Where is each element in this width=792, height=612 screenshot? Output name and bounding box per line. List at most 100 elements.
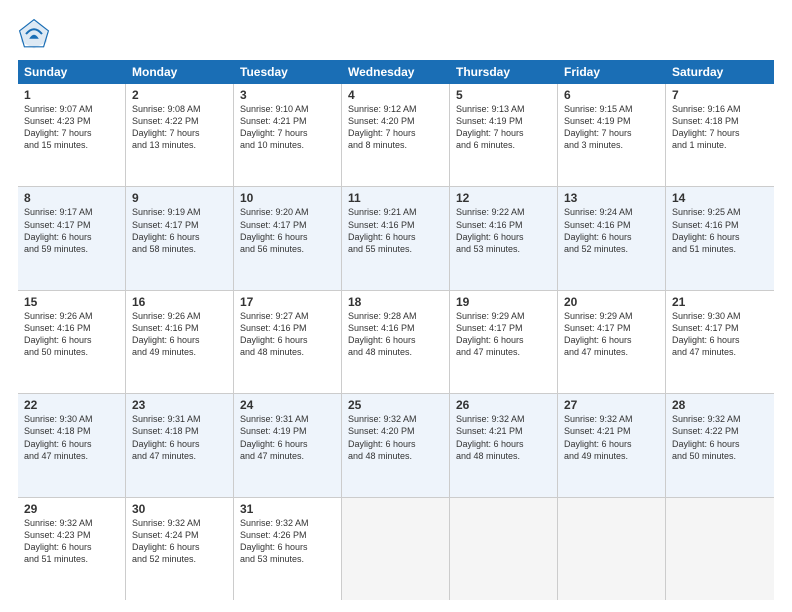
empty-cell bbox=[558, 498, 666, 600]
day-number: 22 bbox=[24, 398, 119, 412]
header-day-thursday: Thursday bbox=[450, 60, 558, 84]
day-cell-2: 2Sunrise: 9:08 AM Sunset: 4:22 PM Daylig… bbox=[126, 84, 234, 186]
day-cell-5: 5Sunrise: 9:13 AM Sunset: 4:19 PM Daylig… bbox=[450, 84, 558, 186]
day-number: 23 bbox=[132, 398, 227, 412]
day-info: Sunrise: 9:17 AM Sunset: 4:17 PM Dayligh… bbox=[24, 206, 119, 255]
day-cell-9: 9Sunrise: 9:19 AM Sunset: 4:17 PM Daylig… bbox=[126, 187, 234, 289]
day-info: Sunrise: 9:26 AM Sunset: 4:16 PM Dayligh… bbox=[132, 310, 227, 359]
day-number: 28 bbox=[672, 398, 768, 412]
day-cell-31: 31Sunrise: 9:32 AM Sunset: 4:26 PM Dayli… bbox=[234, 498, 342, 600]
day-cell-21: 21Sunrise: 9:30 AM Sunset: 4:17 PM Dayli… bbox=[666, 291, 774, 393]
day-number: 3 bbox=[240, 88, 335, 102]
calendar-row-5: 29Sunrise: 9:32 AM Sunset: 4:23 PM Dayli… bbox=[18, 498, 774, 600]
day-info: Sunrise: 9:15 AM Sunset: 4:19 PM Dayligh… bbox=[564, 103, 659, 152]
day-number: 5 bbox=[456, 88, 551, 102]
header bbox=[18, 18, 774, 50]
day-cell-8: 8Sunrise: 9:17 AM Sunset: 4:17 PM Daylig… bbox=[18, 187, 126, 289]
day-info: Sunrise: 9:25 AM Sunset: 4:16 PM Dayligh… bbox=[672, 206, 768, 255]
day-cell-3: 3Sunrise: 9:10 AM Sunset: 4:21 PM Daylig… bbox=[234, 84, 342, 186]
calendar-header: SundayMondayTuesdayWednesdayThursdayFrid… bbox=[18, 60, 774, 84]
calendar-row-4: 22Sunrise: 9:30 AM Sunset: 4:18 PM Dayli… bbox=[18, 394, 774, 497]
day-number: 6 bbox=[564, 88, 659, 102]
day-info: Sunrise: 9:31 AM Sunset: 4:18 PM Dayligh… bbox=[132, 413, 227, 462]
empty-cell bbox=[342, 498, 450, 600]
day-cell-11: 11Sunrise: 9:21 AM Sunset: 4:16 PM Dayli… bbox=[342, 187, 450, 289]
header-day-wednesday: Wednesday bbox=[342, 60, 450, 84]
day-number: 16 bbox=[132, 295, 227, 309]
day-number: 14 bbox=[672, 191, 768, 205]
day-cell-4: 4Sunrise: 9:12 AM Sunset: 4:20 PM Daylig… bbox=[342, 84, 450, 186]
day-cell-15: 15Sunrise: 9:26 AM Sunset: 4:16 PM Dayli… bbox=[18, 291, 126, 393]
day-info: Sunrise: 9:19 AM Sunset: 4:17 PM Dayligh… bbox=[132, 206, 227, 255]
header-day-sunday: Sunday bbox=[18, 60, 126, 84]
day-cell-19: 19Sunrise: 9:29 AM Sunset: 4:17 PM Dayli… bbox=[450, 291, 558, 393]
day-cell-22: 22Sunrise: 9:30 AM Sunset: 4:18 PM Dayli… bbox=[18, 394, 126, 496]
day-info: Sunrise: 9:20 AM Sunset: 4:17 PM Dayligh… bbox=[240, 206, 335, 255]
day-cell-24: 24Sunrise: 9:31 AM Sunset: 4:19 PM Dayli… bbox=[234, 394, 342, 496]
day-info: Sunrise: 9:22 AM Sunset: 4:16 PM Dayligh… bbox=[456, 206, 551, 255]
day-cell-18: 18Sunrise: 9:28 AM Sunset: 4:16 PM Dayli… bbox=[342, 291, 450, 393]
calendar-row-3: 15Sunrise: 9:26 AM Sunset: 4:16 PM Dayli… bbox=[18, 291, 774, 394]
day-cell-23: 23Sunrise: 9:31 AM Sunset: 4:18 PM Dayli… bbox=[126, 394, 234, 496]
day-number: 21 bbox=[672, 295, 768, 309]
day-info: Sunrise: 9:29 AM Sunset: 4:17 PM Dayligh… bbox=[456, 310, 551, 359]
day-info: Sunrise: 9:13 AM Sunset: 4:19 PM Dayligh… bbox=[456, 103, 551, 152]
day-info: Sunrise: 9:21 AM Sunset: 4:16 PM Dayligh… bbox=[348, 206, 443, 255]
day-number: 19 bbox=[456, 295, 551, 309]
day-info: Sunrise: 9:12 AM Sunset: 4:20 PM Dayligh… bbox=[348, 103, 443, 152]
day-number: 9 bbox=[132, 191, 227, 205]
day-info: Sunrise: 9:10 AM Sunset: 4:21 PM Dayligh… bbox=[240, 103, 335, 152]
day-number: 24 bbox=[240, 398, 335, 412]
day-cell-30: 30Sunrise: 9:32 AM Sunset: 4:24 PM Dayli… bbox=[126, 498, 234, 600]
day-number: 29 bbox=[24, 502, 119, 516]
day-cell-6: 6Sunrise: 9:15 AM Sunset: 4:19 PM Daylig… bbox=[558, 84, 666, 186]
day-number: 1 bbox=[24, 88, 119, 102]
page: SundayMondayTuesdayWednesdayThursdayFrid… bbox=[0, 0, 792, 612]
calendar: SundayMondayTuesdayWednesdayThursdayFrid… bbox=[18, 60, 774, 600]
calendar-row-1: 1Sunrise: 9:07 AM Sunset: 4:23 PM Daylig… bbox=[18, 84, 774, 187]
day-info: Sunrise: 9:32 AM Sunset: 4:21 PM Dayligh… bbox=[456, 413, 551, 462]
day-info: Sunrise: 9:08 AM Sunset: 4:22 PM Dayligh… bbox=[132, 103, 227, 152]
day-number: 27 bbox=[564, 398, 659, 412]
calendar-body: 1Sunrise: 9:07 AM Sunset: 4:23 PM Daylig… bbox=[18, 84, 774, 600]
day-info: Sunrise: 9:30 AM Sunset: 4:17 PM Dayligh… bbox=[672, 310, 768, 359]
day-cell-12: 12Sunrise: 9:22 AM Sunset: 4:16 PM Dayli… bbox=[450, 187, 558, 289]
day-cell-28: 28Sunrise: 9:32 AM Sunset: 4:22 PM Dayli… bbox=[666, 394, 774, 496]
day-number: 10 bbox=[240, 191, 335, 205]
day-cell-29: 29Sunrise: 9:32 AM Sunset: 4:23 PM Dayli… bbox=[18, 498, 126, 600]
day-number: 18 bbox=[348, 295, 443, 309]
day-info: Sunrise: 9:24 AM Sunset: 4:16 PM Dayligh… bbox=[564, 206, 659, 255]
day-info: Sunrise: 9:26 AM Sunset: 4:16 PM Dayligh… bbox=[24, 310, 119, 359]
header-day-monday: Monday bbox=[126, 60, 234, 84]
day-number: 31 bbox=[240, 502, 335, 516]
header-day-saturday: Saturday bbox=[666, 60, 774, 84]
day-info: Sunrise: 9:07 AM Sunset: 4:23 PM Dayligh… bbox=[24, 103, 119, 152]
day-cell-10: 10Sunrise: 9:20 AM Sunset: 4:17 PM Dayli… bbox=[234, 187, 342, 289]
day-number: 17 bbox=[240, 295, 335, 309]
day-number: 7 bbox=[672, 88, 768, 102]
day-number: 26 bbox=[456, 398, 551, 412]
header-day-tuesday: Tuesday bbox=[234, 60, 342, 84]
header-day-friday: Friday bbox=[558, 60, 666, 84]
day-info: Sunrise: 9:32 AM Sunset: 4:23 PM Dayligh… bbox=[24, 517, 119, 566]
empty-cell bbox=[666, 498, 774, 600]
day-number: 20 bbox=[564, 295, 659, 309]
day-number: 15 bbox=[24, 295, 119, 309]
day-cell-27: 27Sunrise: 9:32 AM Sunset: 4:21 PM Dayli… bbox=[558, 394, 666, 496]
day-cell-26: 26Sunrise: 9:32 AM Sunset: 4:21 PM Dayli… bbox=[450, 394, 558, 496]
day-cell-16: 16Sunrise: 9:26 AM Sunset: 4:16 PM Dayli… bbox=[126, 291, 234, 393]
day-info: Sunrise: 9:29 AM Sunset: 4:17 PM Dayligh… bbox=[564, 310, 659, 359]
day-cell-1: 1Sunrise: 9:07 AM Sunset: 4:23 PM Daylig… bbox=[18, 84, 126, 186]
day-info: Sunrise: 9:32 AM Sunset: 4:22 PM Dayligh… bbox=[672, 413, 768, 462]
day-number: 8 bbox=[24, 191, 119, 205]
logo bbox=[18, 18, 56, 50]
calendar-row-2: 8Sunrise: 9:17 AM Sunset: 4:17 PM Daylig… bbox=[18, 187, 774, 290]
day-info: Sunrise: 9:32 AM Sunset: 4:20 PM Dayligh… bbox=[348, 413, 443, 462]
day-info: Sunrise: 9:32 AM Sunset: 4:26 PM Dayligh… bbox=[240, 517, 335, 566]
day-cell-25: 25Sunrise: 9:32 AM Sunset: 4:20 PM Dayli… bbox=[342, 394, 450, 496]
day-info: Sunrise: 9:16 AM Sunset: 4:18 PM Dayligh… bbox=[672, 103, 768, 152]
day-number: 13 bbox=[564, 191, 659, 205]
day-number: 2 bbox=[132, 88, 227, 102]
day-number: 25 bbox=[348, 398, 443, 412]
day-number: 11 bbox=[348, 191, 443, 205]
